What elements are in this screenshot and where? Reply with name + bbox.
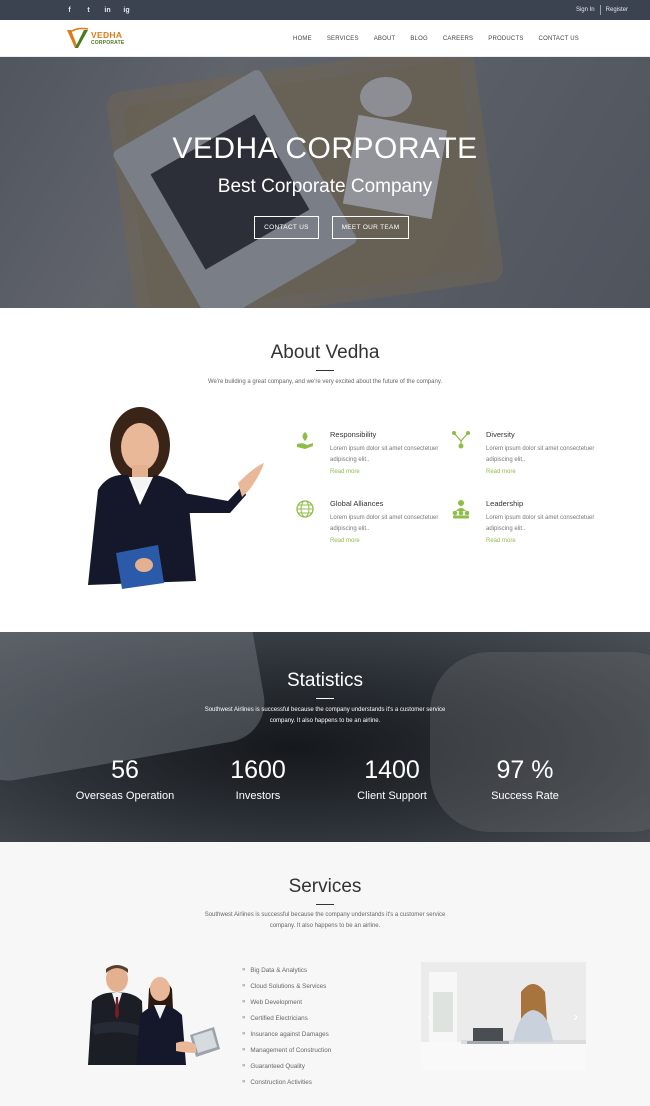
list-item[interactable]: » Cloud Solutions & Services [242, 978, 331, 994]
stat-label: Overseas Operation [75, 790, 175, 802]
stat-value: 56 [111, 756, 139, 784]
feature-title: Responsibility [330, 430, 377, 439]
stat-value: 1400 [364, 756, 420, 784]
double-chevron-icon: » [242, 967, 246, 973]
account-links: Sign In Register [576, 0, 628, 20]
hero-title: VEDHA CORPORATE [172, 132, 478, 165]
stat-value: 1600 [230, 756, 286, 784]
double-chevron-icon: » [242, 1063, 246, 1069]
brand-logo[interactable]: VEDHA CORPORATE [66, 27, 128, 51]
list-item[interactable]: » Guaranteed Quality [242, 1058, 331, 1074]
double-chevron-icon: » [242, 983, 246, 989]
service-label: Guaranteed Quality [250, 1062, 305, 1070]
stat-client-support: 1400 Client Support [332, 756, 452, 802]
hand-leaf-icon [297, 432, 313, 449]
stat-label: Client Support [357, 790, 427, 802]
double-chevron-icon: » [242, 1079, 246, 1085]
nav-item-about[interactable]: ABOUT [374, 36, 396, 42]
instagram-icon[interactable]: ig [123, 7, 130, 14]
services-description: Southwest Airlines is successful because… [204, 912, 446, 929]
services-list: » Big Data & Analytics » Cloud Solutions &… [242, 962, 331, 1090]
top-bar: f t in ig Sign In Register [0, 0, 650, 20]
statistics-title-underline [316, 698, 334, 699]
divider [599, 5, 601, 15]
feature-title: Leadership [486, 499, 524, 508]
service-label: Certified Electricians [250, 1014, 308, 1022]
nav-item-contact[interactable]: CONTACT US [539, 36, 579, 42]
social-links: f t in ig [66, 0, 130, 20]
read-more-link[interactable]: Read more [486, 538, 516, 544]
feature-title: Diversity [486, 430, 515, 439]
brand-tagline: CORPORATE [91, 40, 125, 46]
hero-subtitle: Best Corporate Company [217, 176, 433, 197]
read-more-link[interactable]: Read more [486, 469, 516, 475]
contact-us-button[interactable]: CONTACT US [254, 216, 319, 239]
list-item[interactable]: » Web Development [242, 994, 331, 1010]
main-navbar: VEDHA CORPORATE HOME SERVICES ABOUT BLOG… [0, 20, 650, 57]
stat-value: 97 % [496, 756, 554, 784]
nav-item-home[interactable]: HOME [293, 36, 312, 42]
read-more-link[interactable]: Read more [330, 538, 360, 544]
feature-title: Global Alliances [330, 499, 384, 508]
nav-item-blog[interactable]: BLOG [410, 36, 427, 42]
services-title-underline [316, 904, 334, 905]
slider-prev-arrow-icon[interactable]: ‹ [427, 1008, 432, 1024]
service-label: Web Development [250, 998, 303, 1006]
service-label: Construction Activities [250, 1078, 312, 1086]
sign-in-link[interactable]: Sign In [576, 7, 595, 13]
statistics-description: Southwest Airlines is successful because… [204, 707, 446, 724]
meet-our-team-button[interactable]: MEET OUR TEAM [332, 216, 409, 239]
nav-menu: HOME SERVICES ABOUT BLOG CAREERS PRODUCT… [278, 20, 579, 57]
double-chevron-icon: » [242, 1015, 246, 1021]
slider-next-arrow-icon[interactable]: › [573, 1008, 578, 1024]
businesswoman-image [78, 405, 268, 590]
feature-text: Lorem ipsum dolor sit amet consectetuer … [330, 515, 439, 532]
services-slider-image: › ‹ [421, 962, 586, 1070]
statistics-section: Statistics Southwest Airlines is success… [0, 632, 650, 842]
business-team-image [72, 965, 222, 1065]
stat-success-rate: 97 % Success Rate [465, 756, 585, 802]
feature-text: Lorem ipsum dolor sit amet consectetuer … [486, 515, 595, 532]
nav-item-products[interactable]: PRODUCTS [488, 36, 523, 42]
network-icon [452, 431, 470, 449]
service-label: Cloud Solutions & Services [250, 982, 327, 990]
stat-label: Success Rate [491, 790, 559, 802]
list-item[interactable]: » Certified Electricians [242, 1010, 331, 1026]
list-item[interactable]: » Construction Activities [242, 1074, 331, 1090]
read-more-link[interactable]: Read more [330, 469, 360, 475]
about-title: About Vedha [270, 342, 380, 363]
logo-v-icon [67, 27, 89, 48]
nav-item-careers[interactable]: CAREERS [443, 36, 473, 42]
feature-text: Lorem ipsum dolor sit amet consectetuer … [486, 446, 595, 463]
about-description: We're building a great company, and we'r… [207, 379, 443, 385]
twitter-icon[interactable]: t [85, 7, 92, 14]
double-chevron-icon: » [242, 999, 246, 1005]
feature-text: Lorem ipsum dolor sit amet consectetuer … [330, 446, 439, 463]
stat-overseas-operation: 56 Overseas Operation [65, 756, 185, 802]
about-title-underline [316, 370, 334, 371]
hero-banner: VEDHA CORPORATE Best Corporate Company C… [0, 57, 650, 308]
register-link[interactable]: Register [606, 7, 628, 13]
service-label: Management of Construction [250, 1046, 332, 1054]
nav-item-services[interactable]: SERVICES [327, 36, 359, 42]
services-title: Services [288, 876, 362, 897]
double-chevron-icon: » [242, 1031, 246, 1037]
list-item[interactable]: » Big Data & Analytics [242, 962, 331, 978]
brand-name: VEDHA [91, 30, 123, 40]
list-item[interactable]: » Management of Construction [242, 1042, 331, 1058]
facebook-icon[interactable]: f [66, 7, 73, 14]
statistics-title: Statistics [286, 670, 364, 691]
stat-label: Investors [235, 790, 281, 802]
list-item[interactable]: » Insurance against Damages [242, 1026, 331, 1042]
service-label: Insurance against Damages [250, 1030, 329, 1038]
team-icon [452, 500, 470, 519]
double-chevron-icon: » [242, 1047, 246, 1053]
stat-investors: 1600 Investors [198, 756, 318, 802]
globe-icon [296, 500, 314, 518]
service-label: Big Data & Analytics [250, 966, 308, 974]
linkedin-icon[interactable]: in [104, 7, 111, 14]
